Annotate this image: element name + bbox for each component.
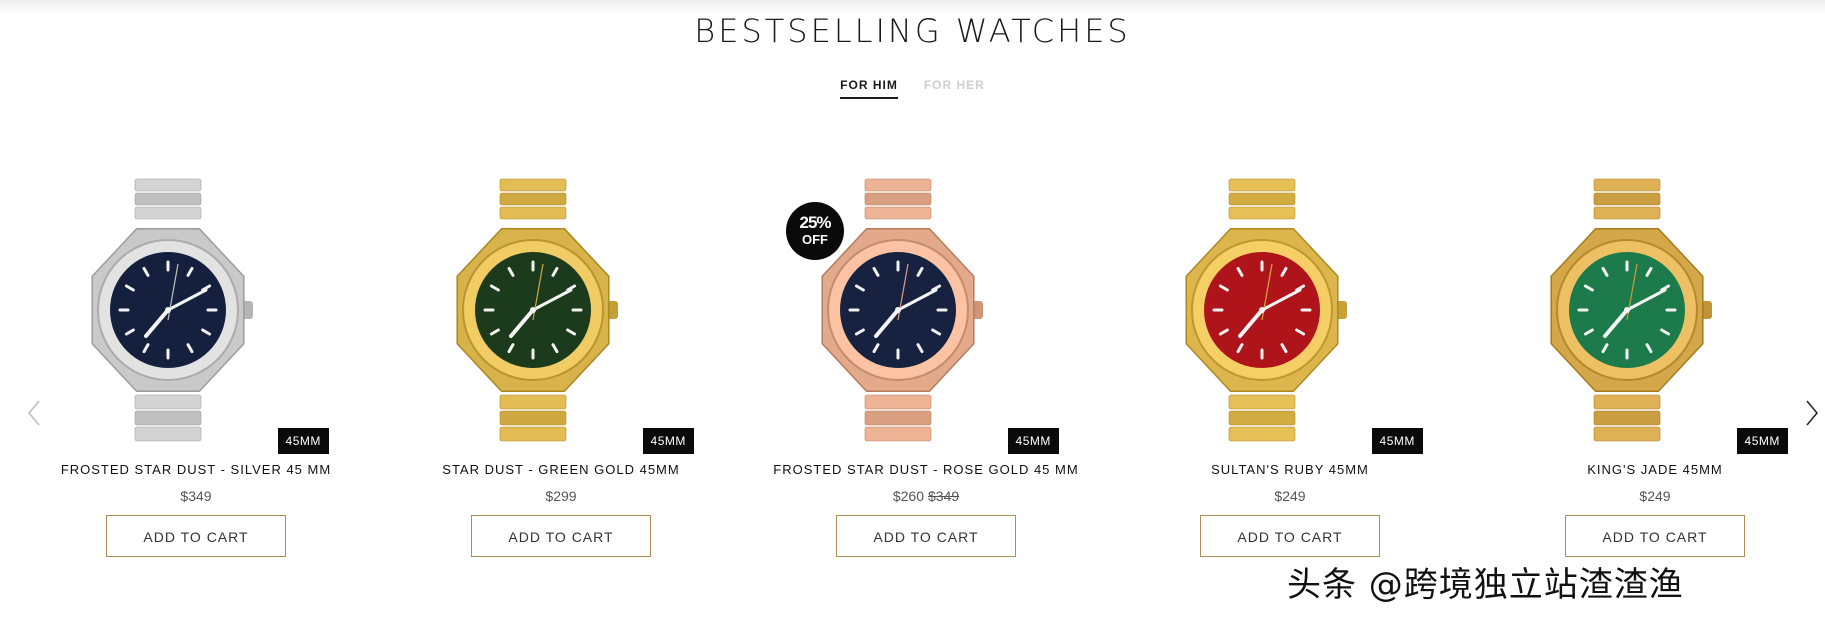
bracelet-link xyxy=(499,178,567,192)
current-price: $249 xyxy=(1274,488,1306,504)
bracelet-link xyxy=(864,426,932,442)
add-to-cart-button[interactable]: ADD TO CART xyxy=(1565,515,1745,557)
watch-image[interactable] xyxy=(1157,175,1367,445)
watch-image[interactable] xyxy=(1522,175,1732,445)
bracelet-link xyxy=(1228,410,1296,426)
bracelet-link xyxy=(134,410,202,426)
product-name[interactable]: FROSTED STAR DUST - ROSE GOLD 45 MM xyxy=(761,462,1091,477)
section-title: BESTSELLING WATCHES xyxy=(694,12,1131,50)
tab-for-him[interactable]: FOR HIM xyxy=(840,78,898,99)
product-card[interactable]: 45MM STAR DUST - GREEN GOLD 45MM $299 AD… xyxy=(396,175,726,557)
product-card[interactable]: 45MM FROSTED STAR DUST - SILVER 45 MM $3… xyxy=(31,175,361,557)
tab-for-her[interactable]: FOR HER xyxy=(924,78,985,99)
add-to-cart-button[interactable]: ADD TO CART xyxy=(106,515,286,557)
bracelet-link xyxy=(134,206,202,220)
bracelet-link xyxy=(1593,426,1661,442)
bracelet-link xyxy=(1228,426,1296,442)
size-badge: 45MM xyxy=(277,428,329,454)
bracelet-link xyxy=(864,192,932,206)
size-badge: 45MM xyxy=(1736,428,1788,454)
bracelet-link xyxy=(1228,178,1296,192)
bestselling-section: BESTSELLING WATCHES FOR HIM FOR HER 45MM… xyxy=(0,0,1825,629)
bracelet-link xyxy=(499,426,567,442)
price: $349 xyxy=(31,488,361,504)
bracelet-link xyxy=(134,178,202,192)
discount-off-label: OFF xyxy=(802,232,828,247)
current-price: $349 xyxy=(180,488,212,504)
hand-pin xyxy=(165,307,172,313)
bracelet-link xyxy=(864,394,932,410)
bracelet-link xyxy=(499,410,567,426)
add-to-cart-button[interactable]: ADD TO CART xyxy=(471,515,651,557)
hand-pin xyxy=(1259,307,1266,313)
watch-image[interactable] xyxy=(428,175,638,445)
bracelet-link xyxy=(499,394,567,410)
current-price: $260 xyxy=(892,488,924,504)
bracelet-link xyxy=(134,394,202,410)
discount-badge: 25% OFF xyxy=(786,202,844,260)
bracelet-link xyxy=(1593,394,1661,410)
product-name[interactable]: KING'S JADE 45MM xyxy=(1490,462,1820,477)
product-name[interactable]: FROSTED STAR DUST - SILVER 45 MM xyxy=(31,462,361,477)
price: $249 xyxy=(1125,488,1455,504)
gender-tabs: FOR HIM FOR HER xyxy=(0,78,1825,99)
bracelet-link xyxy=(134,192,202,206)
size-badge: 45MM xyxy=(642,428,694,454)
bracelet-link xyxy=(1593,178,1661,192)
watch-image[interactable] xyxy=(63,175,273,445)
bracelet-link xyxy=(1228,394,1296,410)
bracelet-link xyxy=(1228,206,1296,220)
bracelet-link xyxy=(1228,192,1296,206)
bracelet-link xyxy=(134,426,202,442)
size-badge: 45MM xyxy=(1007,428,1059,454)
add-to-cart-button[interactable]: ADD TO CART xyxy=(1200,515,1380,557)
price: $260 $349 xyxy=(761,488,1091,504)
add-to-cart-button[interactable]: ADD TO CART xyxy=(836,515,1016,557)
hand-pin xyxy=(1624,307,1631,313)
bracelet-link xyxy=(864,178,932,192)
discount-percent: 25% xyxy=(799,213,831,232)
price: $299 xyxy=(396,488,726,504)
current-price: $299 xyxy=(545,488,577,504)
watermark: 头条 @跨境独立站渣渣渔 xyxy=(1287,565,1684,605)
bracelet-link xyxy=(499,206,567,220)
original-price: $349 xyxy=(928,488,960,504)
bracelet-link xyxy=(1593,206,1661,220)
bracelet-link xyxy=(1593,192,1661,206)
product-card[interactable]: 45MM SULTAN'S RUBY 45MM $249 ADD TO CART xyxy=(1125,175,1455,557)
product-card[interactable]: 45MM KING'S JADE 45MM $249 ADD TO CART xyxy=(1490,175,1820,557)
bracelet-link xyxy=(499,192,567,206)
size-badge: 45MM xyxy=(1371,428,1423,454)
hand-pin xyxy=(895,307,902,313)
price: $249 xyxy=(1490,488,1820,504)
bracelet-link xyxy=(864,410,932,426)
hand-pin xyxy=(530,307,537,313)
product-name[interactable]: STAR DUST - GREEN GOLD 45MM xyxy=(396,462,726,477)
product-name[interactable]: SULTAN'S RUBY 45MM xyxy=(1125,462,1455,477)
bracelet-link xyxy=(1593,410,1661,426)
bracelet-link xyxy=(864,206,932,220)
current-price: $249 xyxy=(1639,488,1671,504)
